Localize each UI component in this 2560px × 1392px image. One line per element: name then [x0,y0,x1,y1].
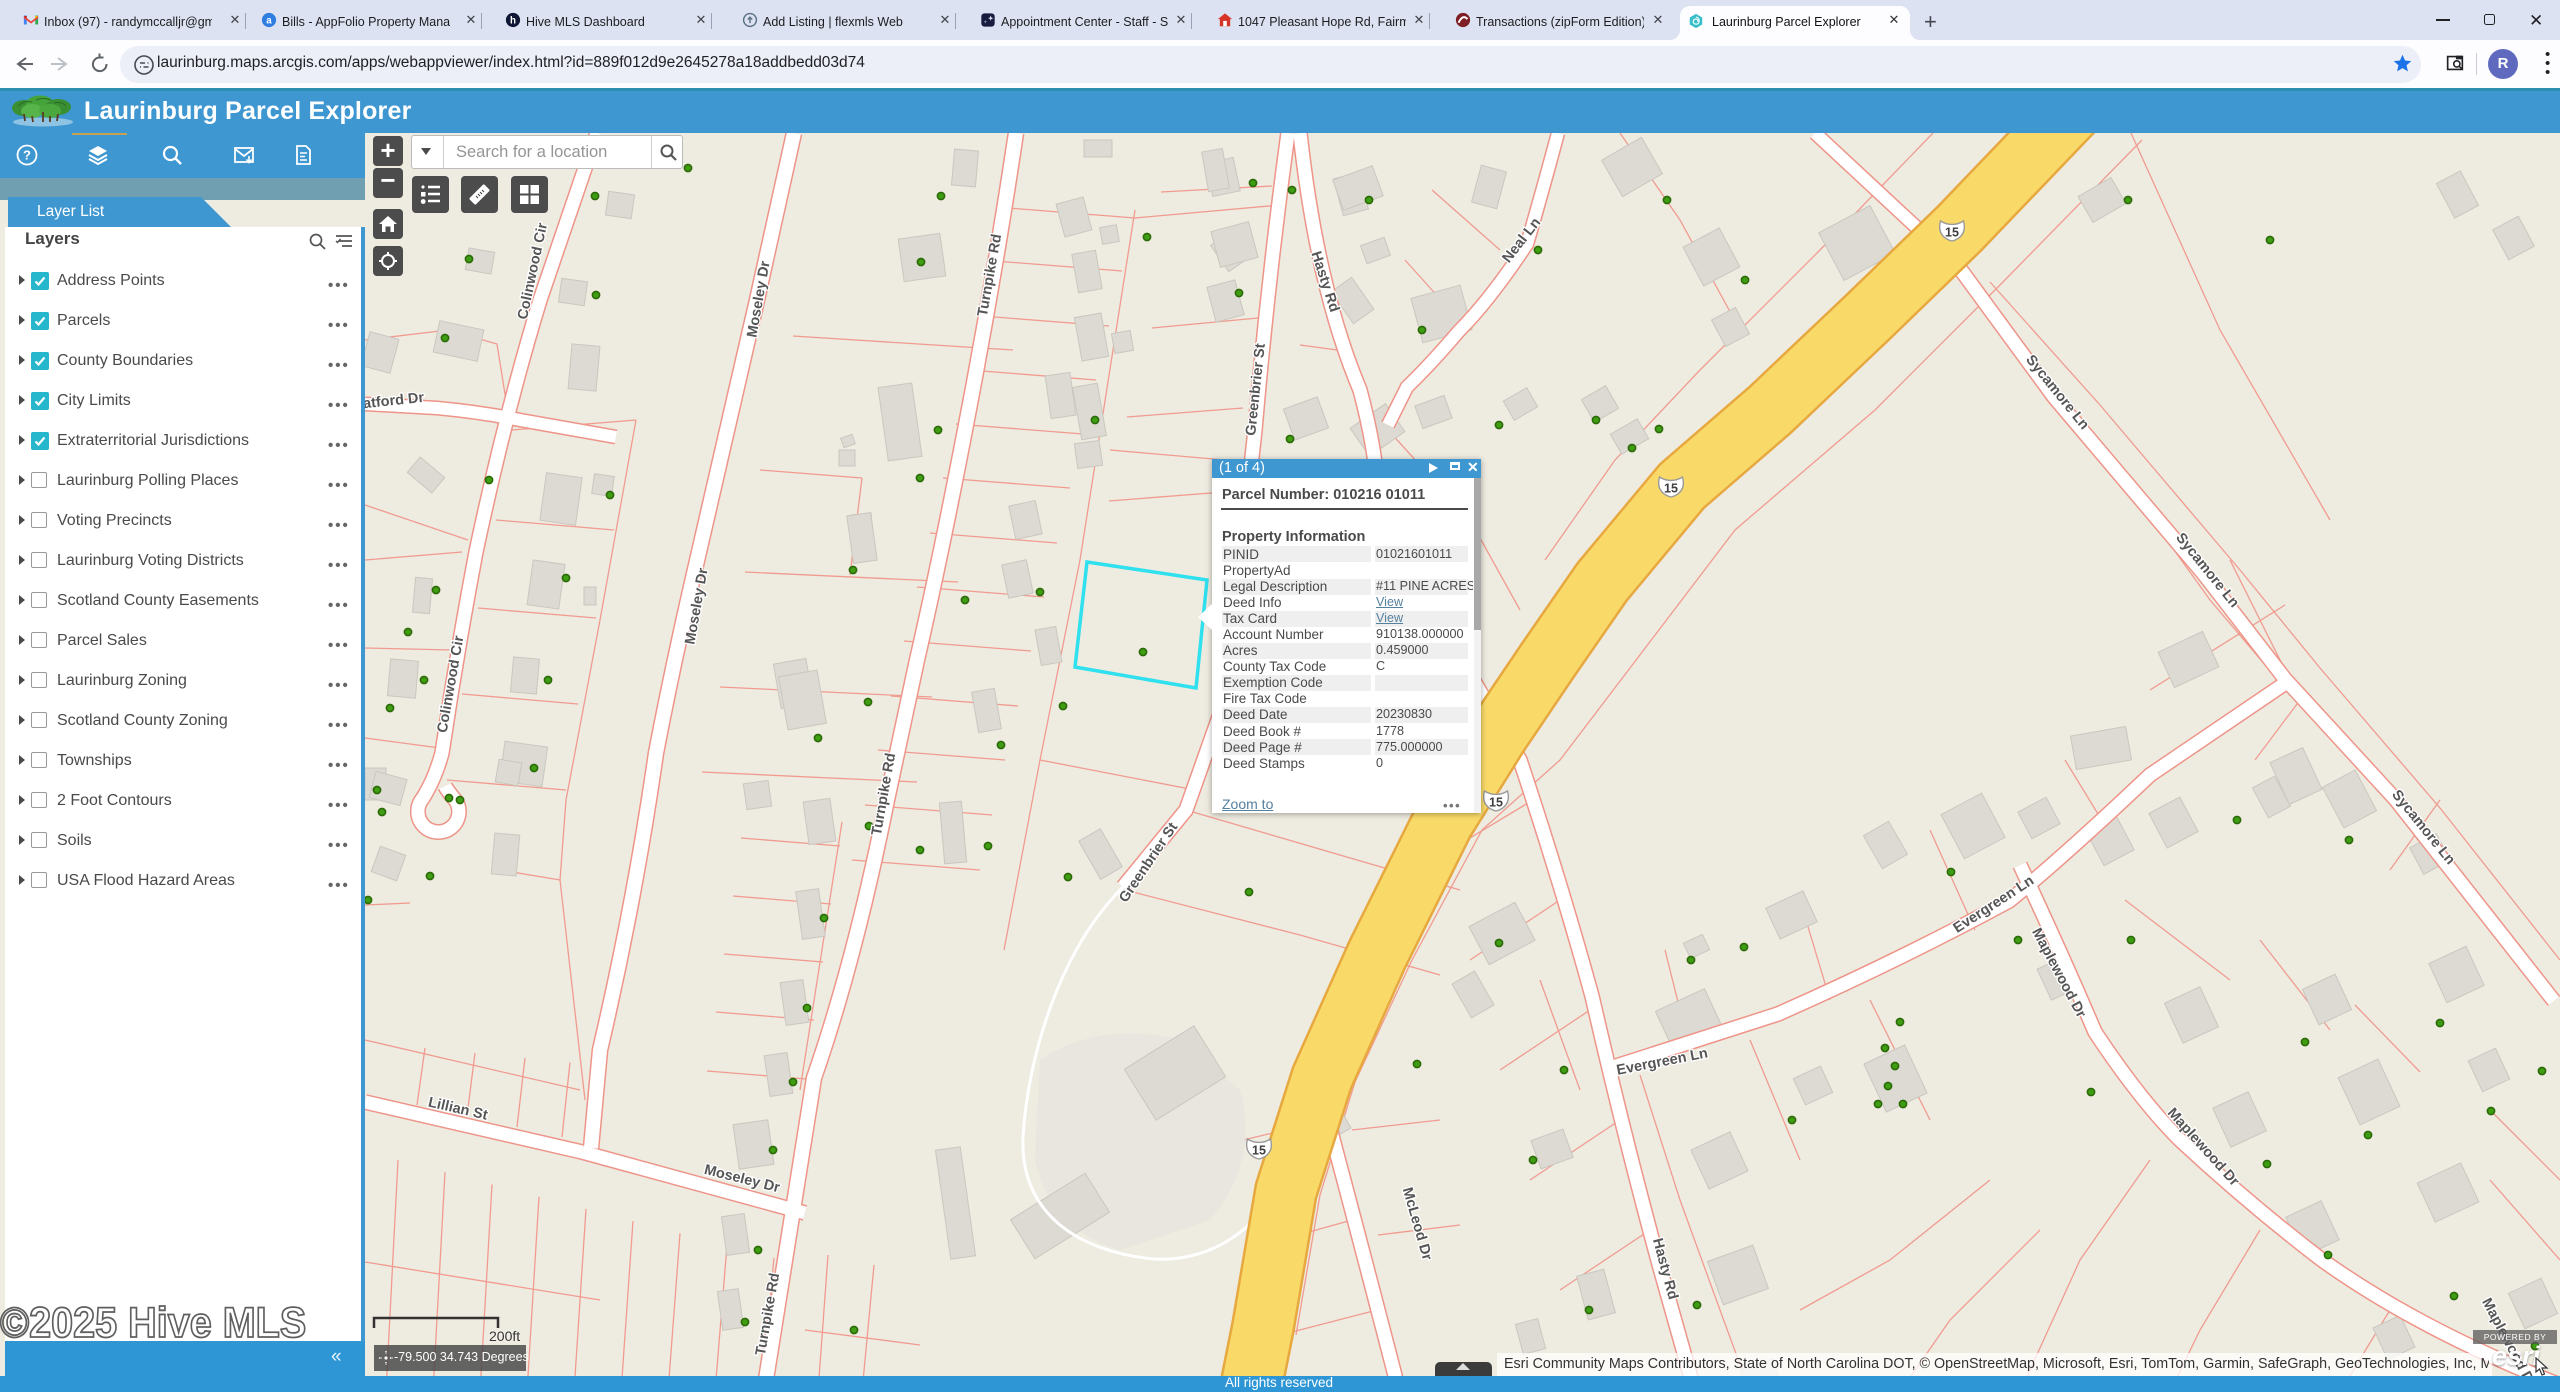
svg-text:15: 15 [1664,482,1678,496]
svg-text:h: h [510,16,516,27]
svg-text:15: 15 [1945,226,1959,240]
svg-text:a: a [266,16,272,27]
svg-text:?: ? [23,148,31,163]
svg-text:15: 15 [1489,796,1503,810]
svg-text:15: 15 [1252,1144,1266,1158]
